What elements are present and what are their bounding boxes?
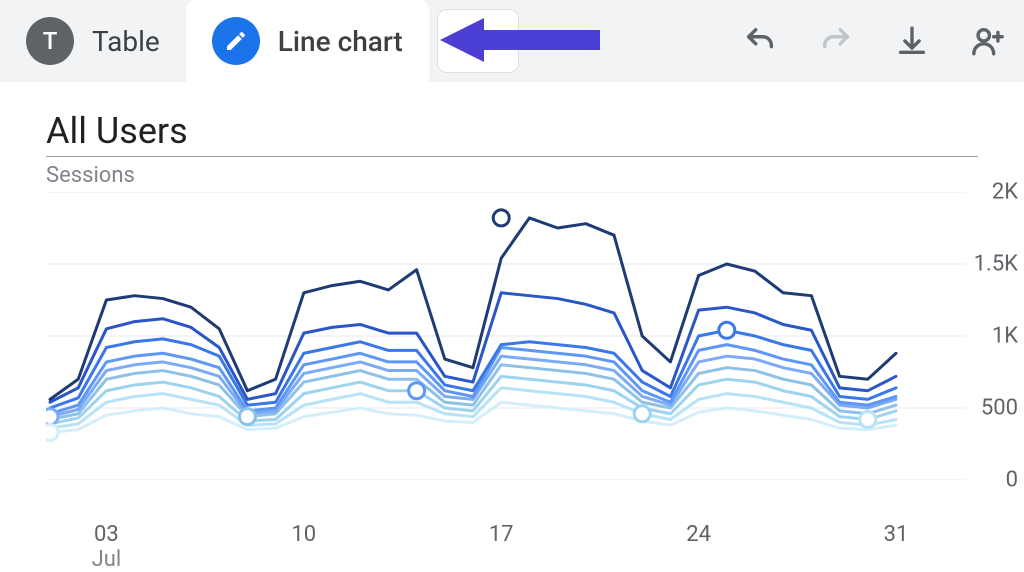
table-icon: T bbox=[26, 17, 74, 65]
tab-table-label: Table bbox=[92, 25, 160, 58]
pencil-icon bbox=[212, 17, 260, 65]
toolbar-actions bbox=[740, 0, 1016, 82]
x-tick-label: 03Jul bbox=[92, 522, 122, 572]
redo-button[interactable] bbox=[816, 21, 856, 61]
tab-linechart-label: Line chart bbox=[278, 25, 403, 58]
y-tick-label: 2K bbox=[992, 180, 1018, 205]
share-person-button[interactable] bbox=[968, 21, 1008, 61]
chart-plot[interactable]: 2K1.5K1K5000 03Jul10172431 bbox=[46, 192, 1024, 522]
tab-table[interactable]: T Table bbox=[0, 0, 186, 82]
toolbar: T Table Line chart + bbox=[0, 0, 1024, 82]
x-tick-label: 10 bbox=[291, 522, 316, 547]
undo-button[interactable] bbox=[740, 21, 780, 61]
chart-panel: All Users Sessions 2K1.5K1K5000 03Jul101… bbox=[0, 82, 1024, 522]
x-tick-label: 31 bbox=[884, 522, 909, 547]
y-tick-label: 500 bbox=[981, 396, 1018, 421]
chart-svg bbox=[46, 192, 986, 480]
plus-icon: + bbox=[468, 20, 488, 62]
add-tab-button[interactable]: + bbox=[437, 9, 519, 73]
x-tick-label: 24 bbox=[686, 522, 711, 547]
tab-linechart[interactable]: Line chart bbox=[186, 0, 429, 82]
y-tick-label: 1.5K bbox=[974, 252, 1018, 277]
chart-title: All Users bbox=[46, 110, 978, 157]
download-button[interactable] bbox=[892, 21, 932, 61]
x-axis-month-label: Jul bbox=[92, 547, 122, 572]
y-tick-label: 1K bbox=[992, 324, 1018, 349]
chart-subtitle: Sessions bbox=[46, 163, 1024, 188]
y-axis-labels: 2K1.5K1K5000 bbox=[958, 192, 1018, 480]
y-tick-label: 0 bbox=[1006, 468, 1018, 493]
x-tick-label: 17 bbox=[489, 522, 514, 547]
table-icon-letter: T bbox=[43, 27, 58, 55]
